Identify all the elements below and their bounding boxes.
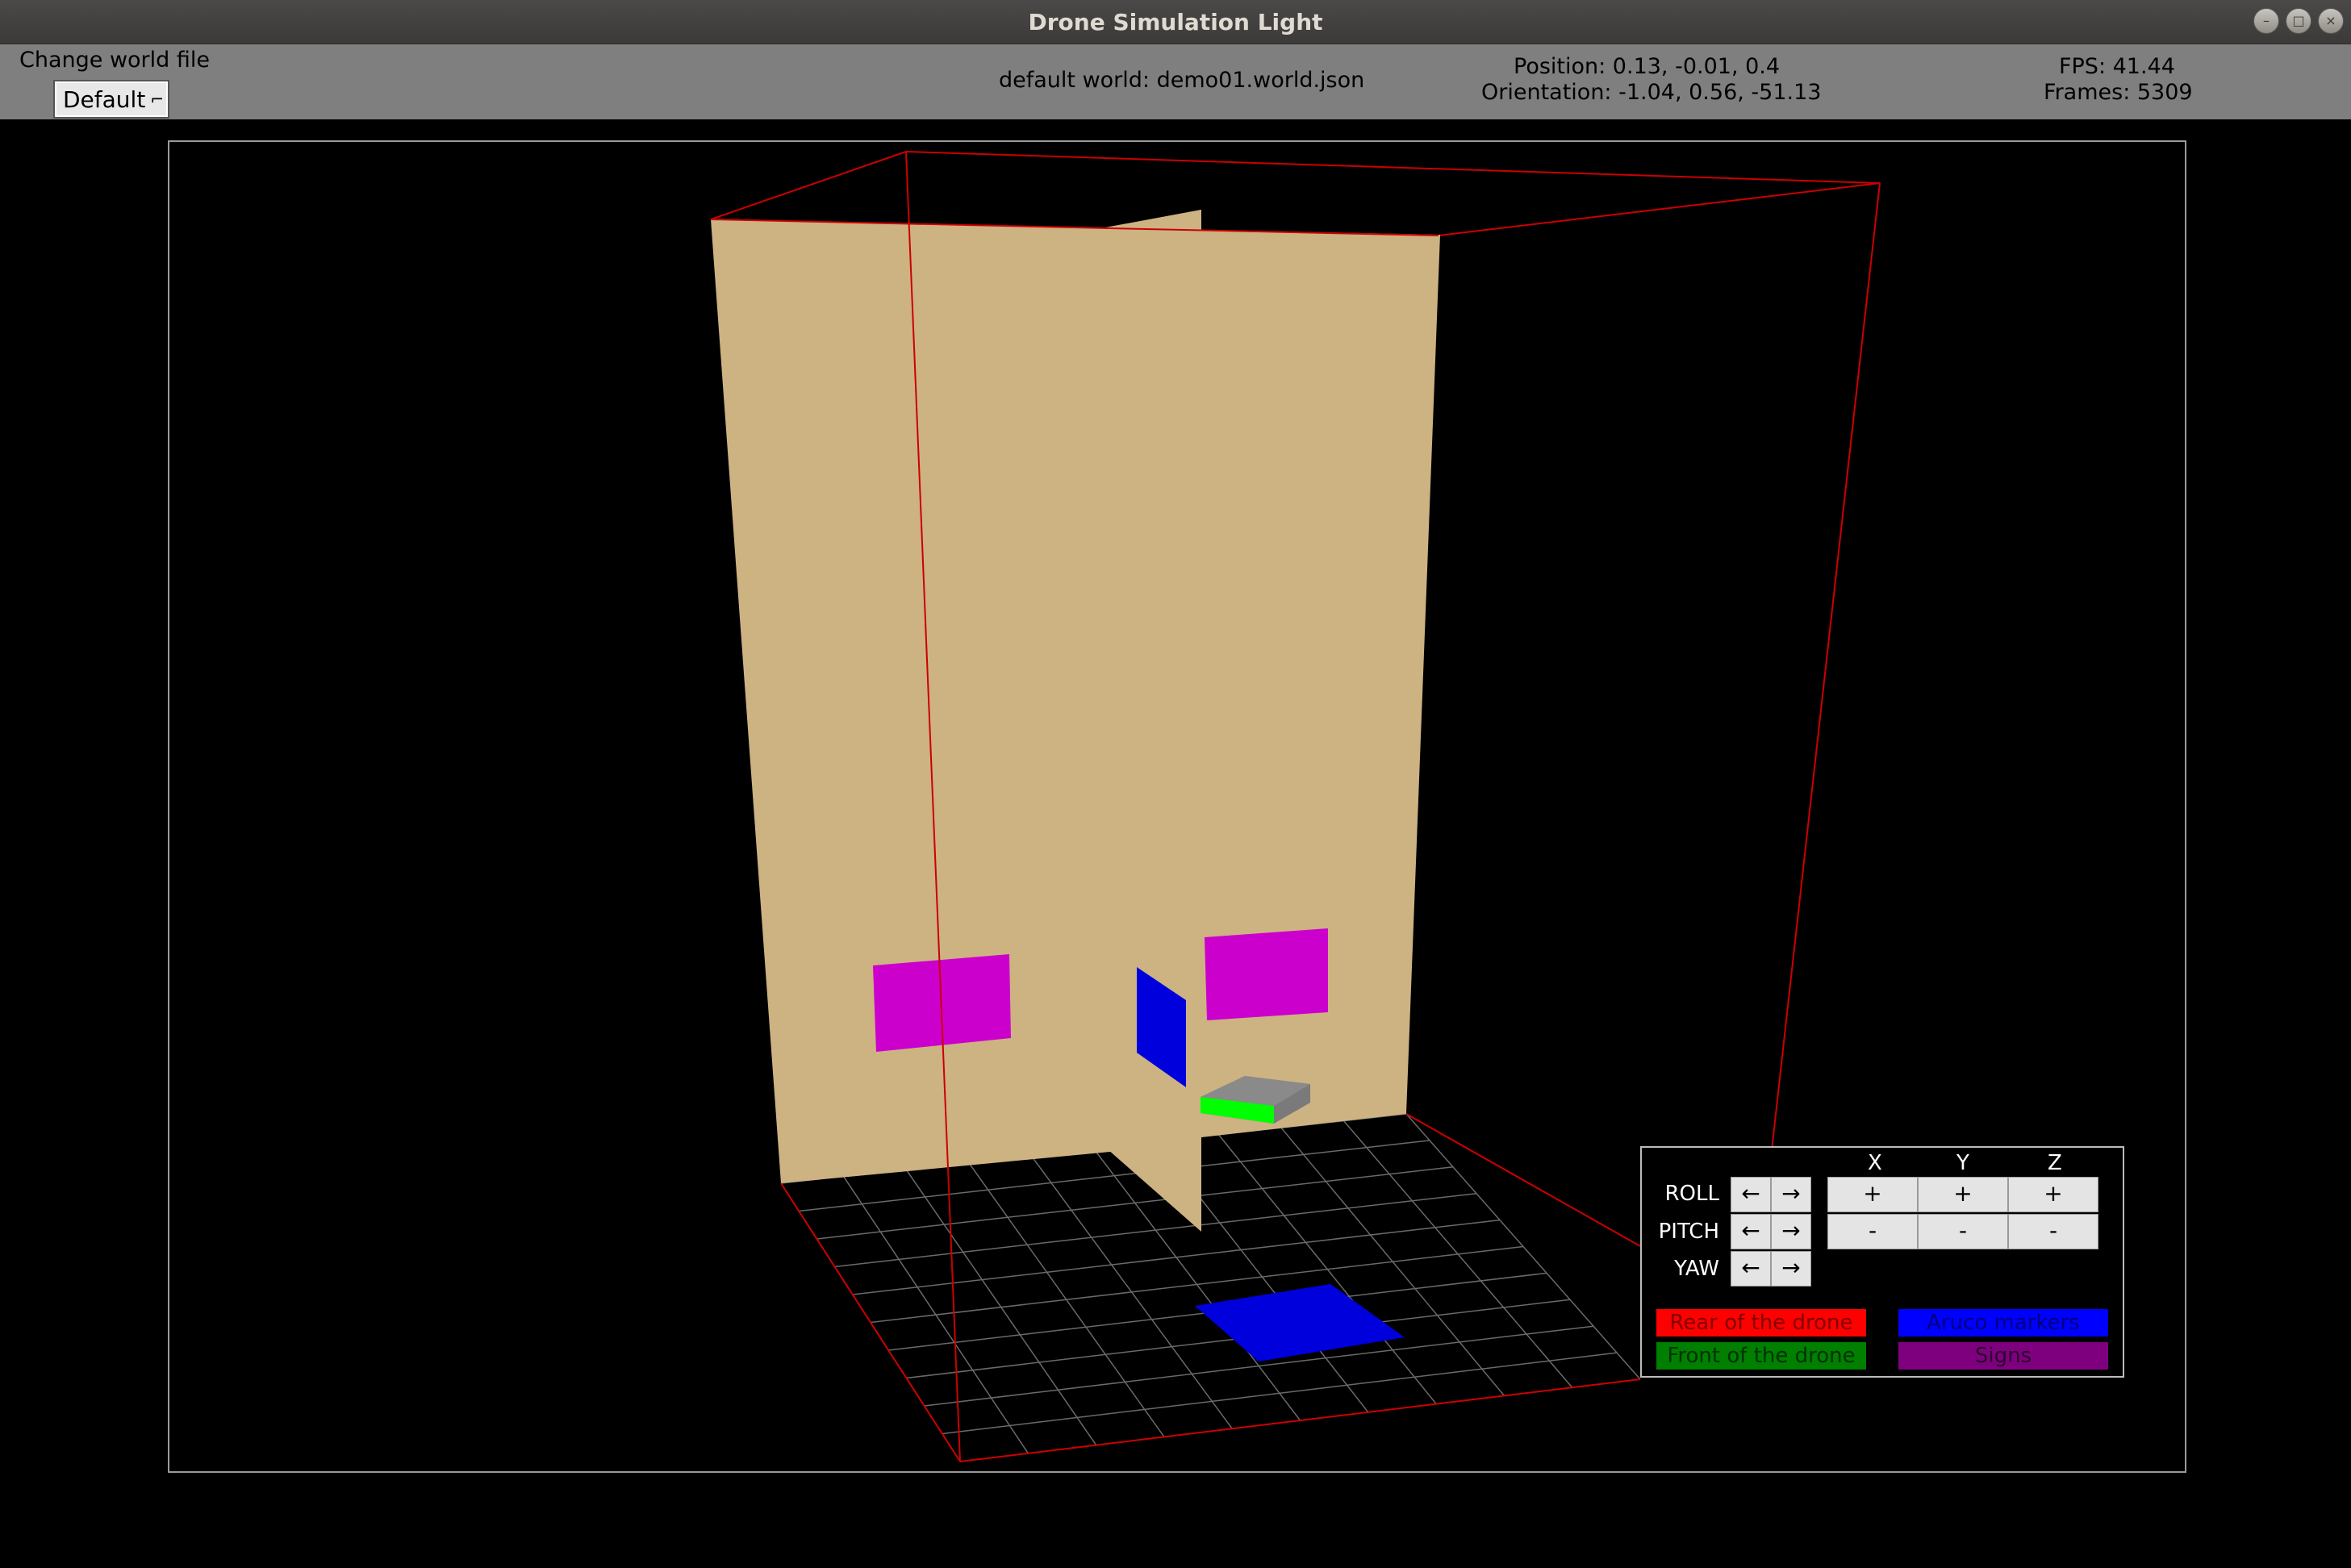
x-minus-button[interactable]: - — [1827, 1214, 1918, 1249]
yaw-right-button[interactable]: → — [1771, 1251, 1811, 1287]
bounds-edge — [1438, 182, 1881, 236]
bounds-edge — [710, 151, 907, 220]
chevron-down-icon: ⌐ — [150, 90, 165, 109]
roll-left-button[interactable]: ← — [1731, 1177, 1771, 1212]
orientation-readout: Orientation: -1.04, 0.56, -51.13 — [1481, 80, 1822, 105]
title-bar: Drone Simulation Light – □ × — [0, 0, 2351, 44]
z-minus-button[interactable]: - — [2008, 1214, 2098, 1249]
minimize-icon[interactable]: – — [2253, 8, 2279, 34]
toolbar: Change world file Default ⌐ default worl… — [0, 44, 2351, 119]
world-file-select[interactable]: Default ⌐ — [55, 81, 168, 117]
grid-line — [942, 1352, 1618, 1435]
window-title: Drone Simulation Light — [1028, 8, 1323, 35]
world-select-value: Default — [63, 85, 146, 113]
z-plus-button[interactable]: + — [2008, 1177, 2098, 1212]
grid-line — [1343, 1120, 1573, 1388]
pitch-label: PITCH — [1658, 1220, 1719, 1244]
bounds-edge — [1766, 182, 1881, 1195]
bounds-edge — [959, 1378, 1641, 1462]
fps-readout: FPS: 41.44 — [2059, 54, 2175, 79]
yaw-label: YAW — [1674, 1257, 1719, 1281]
change-world-label: Change world file — [19, 48, 210, 73]
maximize-icon[interactable]: □ — [2286, 8, 2311, 34]
axis-y-label: Y — [1956, 1151, 1969, 1175]
roll-label: ROLL — [1664, 1182, 1719, 1206]
y-minus-button[interactable]: - — [1918, 1214, 2008, 1249]
axis-z-label: Z — [2048, 1151, 2062, 1175]
control-panel: X Y Z ROLL PITCH YAW ← → ← → ← → + + + -… — [1640, 1146, 2124, 1378]
close-icon[interactable]: × — [2318, 8, 2344, 34]
floor-aruco-marker — [1195, 1284, 1405, 1362]
x-plus-button[interactable]: + — [1827, 1177, 1918, 1212]
position-readout: Position: 0.13, -0.01, 0.4 — [1514, 54, 1781, 79]
pitch-left-button[interactable]: ← — [1731, 1214, 1771, 1249]
y-plus-button[interactable]: + — [1918, 1177, 2008, 1212]
grid-line — [1217, 1134, 1437, 1405]
frames-readout: Frames: 5309 — [2044, 80, 2193, 105]
axis-x-label: X — [1868, 1151, 1882, 1175]
pitch-right-button[interactable]: → — [1771, 1214, 1811, 1249]
bounds-edge — [780, 1182, 961, 1462]
legend-front: Front of the drone — [1656, 1342, 1866, 1370]
sign-right — [1205, 928, 1328, 1020]
grid-line — [1280, 1127, 1505, 1396]
legend-aruco: Aruco markers — [1898, 1309, 2108, 1337]
grid-line — [1405, 1113, 1641, 1380]
bounds-edge — [905, 151, 1881, 184]
yaw-left-button[interactable]: ← — [1731, 1251, 1771, 1287]
legend-rear: Rear of the drone — [1656, 1309, 1866, 1337]
default-world-label: default world: demo01.world.json — [999, 68, 1365, 93]
roll-right-button[interactable]: → — [1771, 1177, 1811, 1212]
legend-signs: Signs — [1898, 1342, 2108, 1370]
partition-wall — [1101, 210, 1201, 1232]
